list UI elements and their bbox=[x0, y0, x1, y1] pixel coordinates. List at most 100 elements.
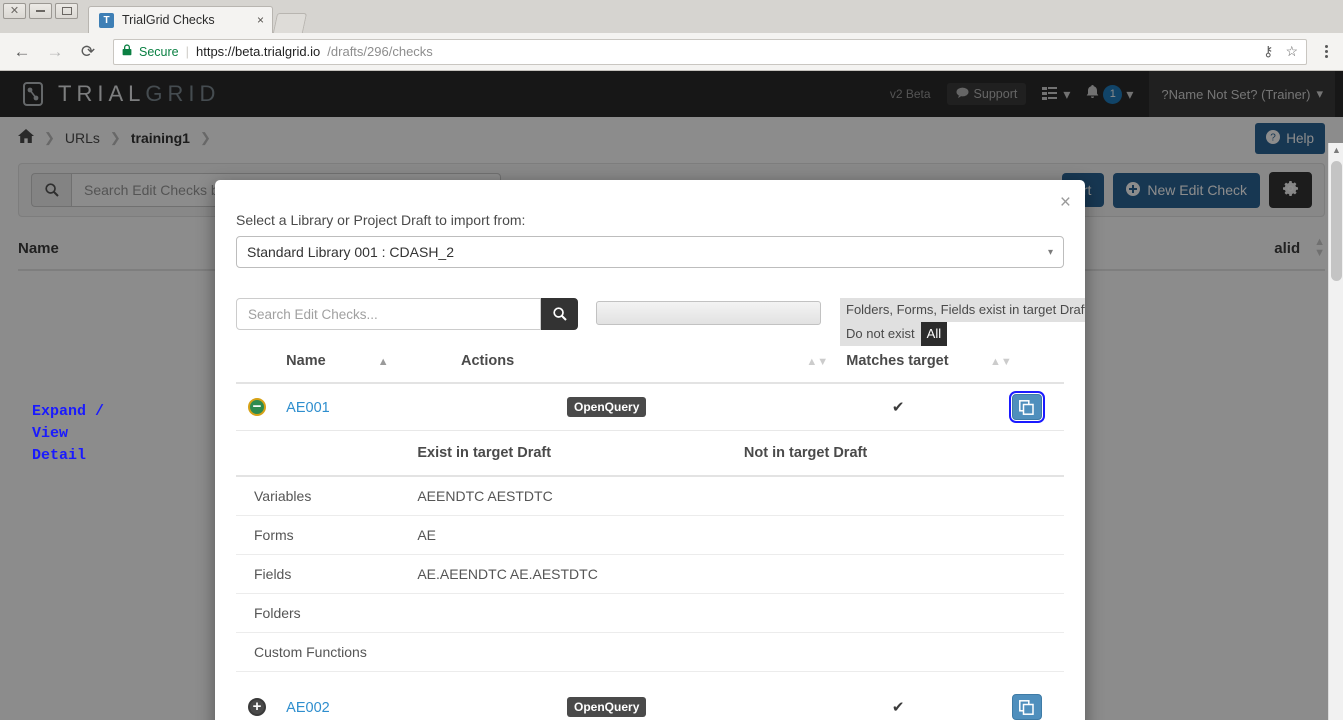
address-bar[interactable]: Secure | https://beta.trialgrid.io/draft… bbox=[113, 38, 1307, 65]
modal-search-group[interactable]: Search Edit Checks... bbox=[236, 298, 578, 330]
url-path: /drafts/296/checks bbox=[327, 44, 433, 59]
th-name[interactable]: Name ▲ bbox=[286, 353, 462, 384]
sort-asc-icon[interactable]: ▲ bbox=[378, 357, 389, 368]
import-row-button[interactable] bbox=[1011, 694, 1042, 720]
detail-item-row: Forms AE bbox=[236, 515, 1064, 555]
detail-item-row: Folders bbox=[236, 593, 1064, 633]
scroll-up-arrow-icon[interactable]: ▲ bbox=[1332, 145, 1341, 155]
check-name-link[interactable]: AE001 bbox=[286, 400, 330, 416]
table-row[interactable]: − AE001 OpenQuery ✔ bbox=[236, 383, 1064, 431]
cell-actions: OpenQuery bbox=[461, 383, 807, 431]
detail-not-in-value bbox=[743, 554, 1064, 594]
password-key-icon[interactable]: ⚷ bbox=[1263, 43, 1273, 60]
window-controls: ✕ bbox=[0, 0, 78, 19]
table-row[interactable]: + AE002 OpenQuery ✔ bbox=[236, 684, 1064, 720]
page-scrollbar[interactable]: ▲ bbox=[1328, 143, 1343, 720]
th-matches-target-label: Matches target bbox=[846, 353, 949, 369]
th-actions-label: Actions bbox=[461, 353, 515, 369]
action-badge: OpenQuery bbox=[567, 397, 647, 417]
filter-placeholder-input[interactable] bbox=[596, 301, 821, 325]
cell-matches-target: ✔ bbox=[806, 383, 990, 431]
detail-label: Fields bbox=[236, 554, 418, 594]
lock-icon bbox=[122, 44, 132, 59]
reload-icon[interactable]: ⟳ bbox=[76, 40, 100, 64]
modal-body: Select a Library or Project Draft to imp… bbox=[215, 180, 1085, 720]
import-checks-table: Name ▲ Actions ▲▼ Matches target ▲▼ − AE… bbox=[236, 353, 1064, 720]
th-matches-target[interactable]: ▲▼ Matches target bbox=[806, 353, 990, 384]
detail-panel: Exist in target Draft Not in target Draf… bbox=[236, 431, 1064, 685]
omnibox-divider: | bbox=[185, 44, 189, 59]
chevron-down-icon: ▾ bbox=[1047, 246, 1053, 258]
library-draft-select[interactable]: Standard Library 001 : CDASH_2 ▾ bbox=[236, 236, 1064, 268]
detail-th-blank bbox=[236, 431, 418, 477]
cell-matches-target: ✔ bbox=[806, 684, 990, 720]
tab-close-icon[interactable]: × bbox=[243, 13, 264, 27]
forward-icon[interactable]: → bbox=[43, 40, 67, 64]
detail-item-row: Custom Functions bbox=[236, 632, 1064, 672]
filter-btn-all[interactable]: All bbox=[920, 322, 948, 346]
tab-title: TrialGrid Checks bbox=[122, 13, 215, 27]
page-scrollbar-thumb[interactable] bbox=[1331, 161, 1342, 281]
collapse-minus-icon[interactable]: − bbox=[248, 398, 266, 416]
browser-menu-icon[interactable] bbox=[1320, 45, 1333, 58]
modal-search-button[interactable] bbox=[541, 298, 578, 330]
url-host: https://beta.trialgrid.io bbox=[196, 44, 321, 59]
filter-btn-exists[interactable]: Folders, Forms, Fields exist in target D… bbox=[840, 298, 1085, 322]
annotation-expand-view-detail: Expand / View Detail bbox=[32, 403, 105, 464]
check-mark-icon: ✔ bbox=[891, 399, 905, 416]
cell-actions: OpenQuery bbox=[461, 684, 807, 720]
detail-not-in-value bbox=[743, 515, 1064, 555]
browser-toolbar: ← → ⟳ Secure | https://beta.trialgrid.io… bbox=[0, 33, 1343, 71]
detail-thead: Exist in target Draft Not in target Draf… bbox=[236, 431, 1064, 477]
window-minimize-button[interactable] bbox=[29, 3, 52, 19]
back-icon[interactable]: ← bbox=[10, 40, 34, 64]
th-toggle bbox=[236, 353, 287, 384]
expand-plus-icon[interactable]: + bbox=[248, 698, 266, 716]
import-checks-thead: Name ▲ Actions ▲▼ Matches target ▲▼ bbox=[236, 353, 1064, 384]
new-tab-button[interactable] bbox=[272, 13, 308, 33]
cell-import[interactable] bbox=[989, 684, 1064, 720]
cell-name[interactable]: AE001 bbox=[286, 383, 462, 431]
window-close-button[interactable]: ✕ bbox=[3, 3, 26, 19]
th-actions[interactable]: Actions bbox=[461, 353, 807, 384]
window-maximize-button[interactable] bbox=[55, 3, 78, 19]
modal-filters: Search Edit Checks... Folders, Forms, Fi… bbox=[236, 298, 1085, 346]
detail-not-in-value bbox=[743, 476, 1064, 516]
detail-not-in-value bbox=[743, 632, 1064, 672]
import-row-button[interactable] bbox=[1008, 391, 1045, 423]
import-checks-tbody: − AE001 OpenQuery ✔ Exist in target Draf… bbox=[236, 383, 1064, 720]
detail-exist-value: AEENDTC AESTDTC bbox=[417, 476, 744, 516]
detail-exist-value: AE.AEENDTC AE.AESTDTC bbox=[417, 554, 744, 594]
filter-btn-do-not-exist[interactable]: Do not exist bbox=[840, 322, 921, 346]
browser-tab[interactable]: T TrialGrid Checks × bbox=[88, 6, 273, 33]
cell-name[interactable]: AE002 bbox=[286, 684, 462, 720]
tab-strip: T TrialGrid Checks × bbox=[88, 6, 308, 33]
cell-toggle[interactable]: − bbox=[236, 383, 287, 431]
modal-close-icon[interactable]: × bbox=[1060, 193, 1071, 212]
check-mark-icon: ✔ bbox=[891, 699, 905, 716]
browser-titlebar: ✕ T TrialGrid Checks × bbox=[0, 0, 1343, 33]
detail-item-row: Variables AEENDTC AESTDTC bbox=[236, 476, 1064, 516]
detail-table: Exist in target Draft Not in target Draf… bbox=[236, 431, 1064, 672]
sort-icon[interactable]: ▲▼ bbox=[806, 357, 828, 368]
bookmark-star-icon[interactable]: ☆ bbox=[1285, 43, 1298, 60]
check-name-link[interactable]: AE002 bbox=[286, 700, 330, 716]
favicon-trialgrid-icon: T bbox=[99, 12, 114, 28]
action-badge: OpenQuery bbox=[567, 697, 647, 717]
cell-toggle[interactable]: + bbox=[236, 684, 287, 720]
omnibox-actions: ⚷ ☆ bbox=[1263, 43, 1298, 60]
modal-search-input[interactable]: Search Edit Checks... bbox=[236, 298, 541, 330]
detail-label: Forms bbox=[236, 515, 418, 555]
detail-th-exist: Exist in target Draft bbox=[417, 431, 744, 477]
library-draft-select-value: Standard Library 001 : CDASH_2 bbox=[247, 244, 454, 260]
th-import[interactable]: ▲▼ bbox=[989, 353, 1064, 384]
detail-exist-value bbox=[417, 632, 744, 672]
sort-icon[interactable]: ▲▼ bbox=[990, 357, 1012, 368]
cell-import[interactable] bbox=[989, 383, 1064, 431]
table-header-row: Name ▲ Actions ▲▼ Matches target ▲▼ bbox=[236, 353, 1064, 384]
app-page: TRIALGRID v2 Beta Support ▾ 1 ▾ ?Name No… bbox=[0, 71, 1343, 720]
detail-exist-value: AE bbox=[417, 515, 744, 555]
th-name-label: Name bbox=[286, 353, 326, 369]
detail-tbody: Variables AEENDTC AESTDTC Forms AE Field… bbox=[236, 476, 1064, 672]
detail-exist-value bbox=[417, 593, 744, 633]
